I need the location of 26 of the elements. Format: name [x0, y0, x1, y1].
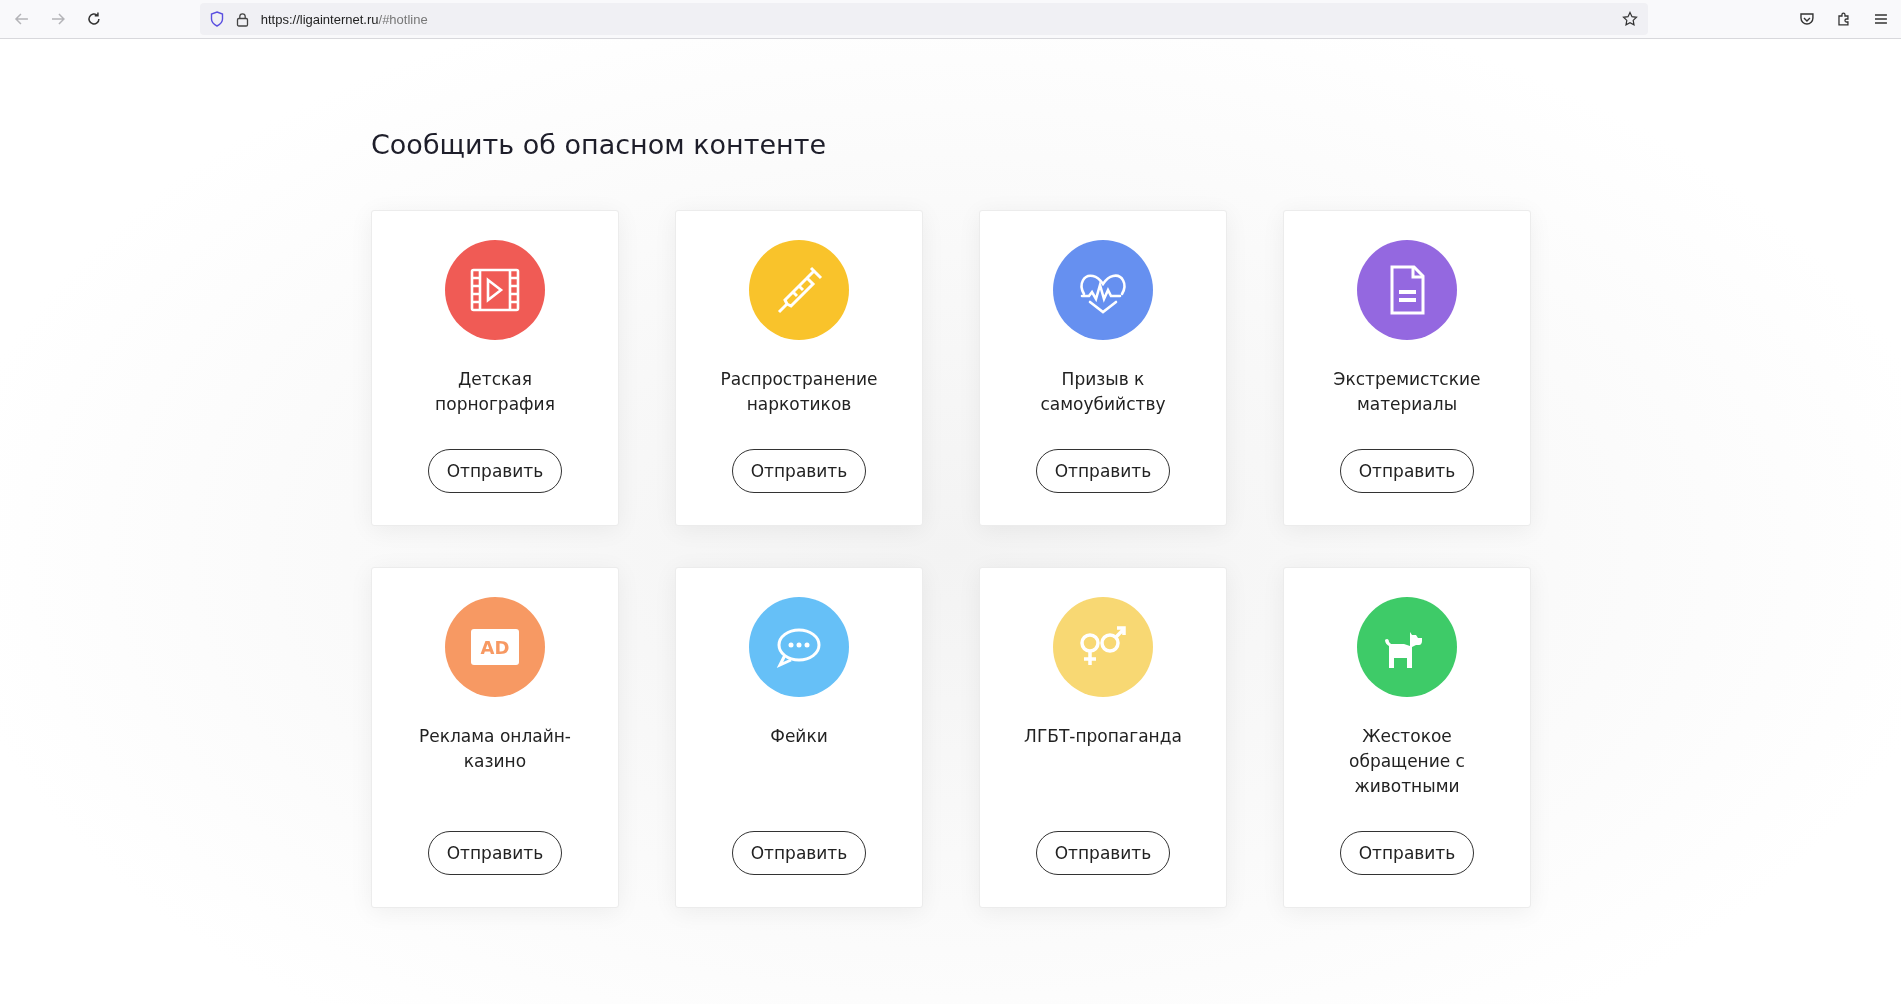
category-title: Фейки	[770, 725, 828, 748]
category-title: Реклама онлайн-казино	[418, 725, 572, 773]
category-title: Детская порнография	[434, 368, 556, 416]
category-title: Экстремистские материалы	[1332, 368, 1482, 416]
send-button[interactable]: Отправить	[731, 831, 867, 875]
url-text: https://ligainternet.ru/#hotline	[260, 11, 428, 27]
category-title: Жестокое обращение с животными	[1348, 725, 1466, 798]
send-button[interactable]: Отправить	[427, 449, 563, 493]
page-heading: Сообщить об опасном контенте	[371, 129, 827, 160]
pocket-icon[interactable]	[1799, 11, 1816, 27]
send-button[interactable]: Отправить	[731, 449, 867, 493]
menu-icon[interactable]	[1873, 11, 1889, 27]
send-button[interactable]: Отправить	[1339, 449, 1475, 493]
lock-icon	[235, 11, 249, 27]
send-button[interactable]: Отправить	[1339, 831, 1475, 875]
reload-icon[interactable]	[85, 11, 102, 27]
category-title: ЛГБТ-пропаганда	[1024, 725, 1182, 748]
category-title: Призыв к самоубийству	[1039, 368, 1167, 416]
star-icon[interactable]	[1622, 11, 1639, 27]
send-button[interactable]: Отправить	[427, 831, 563, 875]
category-title: Распространение наркотиков	[719, 368, 879, 416]
address-bar[interactable]: https://ligainternet.ru/#hotline	[199, 3, 1649, 35]
shield-icon	[209, 11, 224, 27]
ad-icon: AD	[445, 597, 545, 697]
send-button[interactable]: Отправить	[1035, 831, 1171, 875]
send-button[interactable]: Отправить	[1035, 449, 1171, 493]
